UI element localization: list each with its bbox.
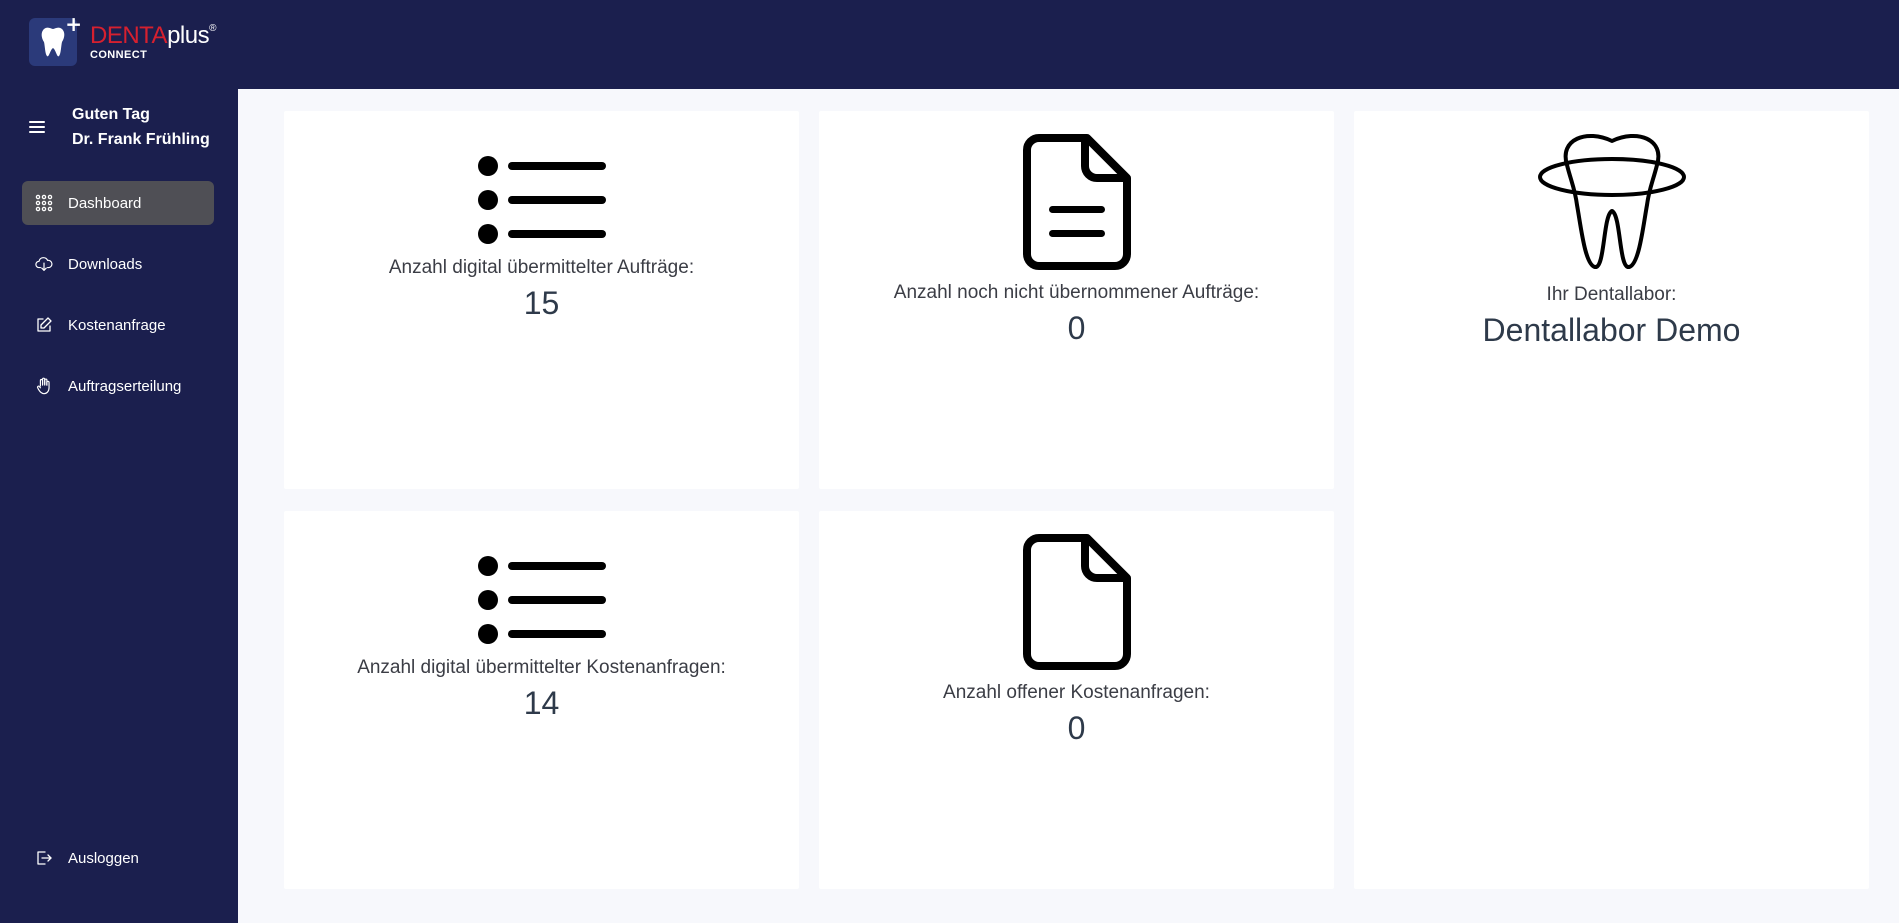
logout-label: Ausloggen	[68, 849, 139, 867]
dental-lab-name: Dentallabor Demo	[1482, 312, 1741, 348]
sidebar-item-dashboard[interactable]: Dashboard	[22, 181, 214, 225]
top-header: + DENTAplus® CONNECT	[0, 0, 1899, 89]
card-orders-pending: Anzahl noch nicht übernommener Aufträge:…	[819, 111, 1334, 489]
card-label: Anzahl digital übermittelter Aufträge:	[388, 257, 695, 278]
sidebar: Guten Tag Dr. Frank Frühling Dashboard D…	[0, 89, 238, 923]
menu-icon[interactable]	[29, 121, 45, 133]
sidebar-item-kostenanfrage[interactable]: Kostenanfrage	[22, 303, 214, 347]
card-orders-submitted: Anzahl digital übermittelter Aufträge: 1…	[284, 111, 799, 489]
card-cost-requests-submitted: Anzahl digital übermittelter Kostenanfra…	[284, 511, 799, 889]
greeting: Guten Tag Dr. Frank Frühling	[29, 102, 210, 152]
edit-icon	[34, 315, 54, 335]
tooth-icon	[1537, 127, 1687, 272]
logo-sub: CONNECT	[90, 48, 148, 61]
card-value: 15	[523, 285, 560, 321]
dentaplus-logo[interactable]: + DENTAplus® CONNECT	[29, 14, 216, 66]
greeting-line-1: Guten Tag	[72, 106, 150, 123]
card-value: 14	[523, 685, 560, 721]
logout-button[interactable]: Ausloggen	[22, 836, 214, 880]
document-icon	[1022, 534, 1131, 670]
sidebar-item-downloads[interactable]: Downloads	[22, 242, 214, 286]
list-icon	[477, 156, 606, 245]
card-dental-lab: Ihr Dentallabor: Dentallabor Demo	[1354, 111, 1869, 889]
card-value: 0	[1067, 710, 1086, 746]
sidebar-item-label: Kostenanfrage	[68, 316, 166, 334]
card-label: Anzahl digital übermittelter Kostenanfra…	[357, 657, 726, 678]
card-value: 0	[1067, 310, 1086, 346]
hand-icon	[34, 376, 54, 396]
list-icon	[477, 556, 606, 645]
sidebar-item-label: Dashboard	[68, 194, 142, 212]
dashboard-content: Anzahl digital übermittelter Aufträge: 1…	[238, 89, 1899, 923]
sidebar-item-auftragserteilung[interactable]: Auftragserteilung	[22, 364, 214, 408]
card-label: Anzahl noch nicht übernommener Aufträge:	[893, 282, 1260, 303]
sidebar-item-label: Auftragserteilung	[68, 377, 182, 395]
greeting-user-name: Dr. Frank Frühling	[72, 131, 210, 148]
logout-icon	[34, 848, 54, 868]
cloud-download-icon	[34, 254, 54, 274]
card-label: Ihr Dentallabor:	[1546, 284, 1677, 305]
tooth-logo-icon: +	[29, 14, 82, 66]
logo-plus-mark: +	[65, 12, 82, 36]
card-label: Anzahl offener Kostenanfragen:	[943, 682, 1210, 703]
grid-icon	[34, 193, 54, 213]
logo-brand-white: plus	[167, 21, 210, 49]
sidebar-item-label: Downloads	[68, 255, 143, 273]
document-text-icon	[1022, 134, 1131, 270]
logo-registered: ®	[209, 22, 216, 34]
logo-brand-red: DENTA	[90, 21, 168, 49]
card-cost-requests-open: Anzahl offener Kostenanfragen: 0	[819, 511, 1334, 889]
